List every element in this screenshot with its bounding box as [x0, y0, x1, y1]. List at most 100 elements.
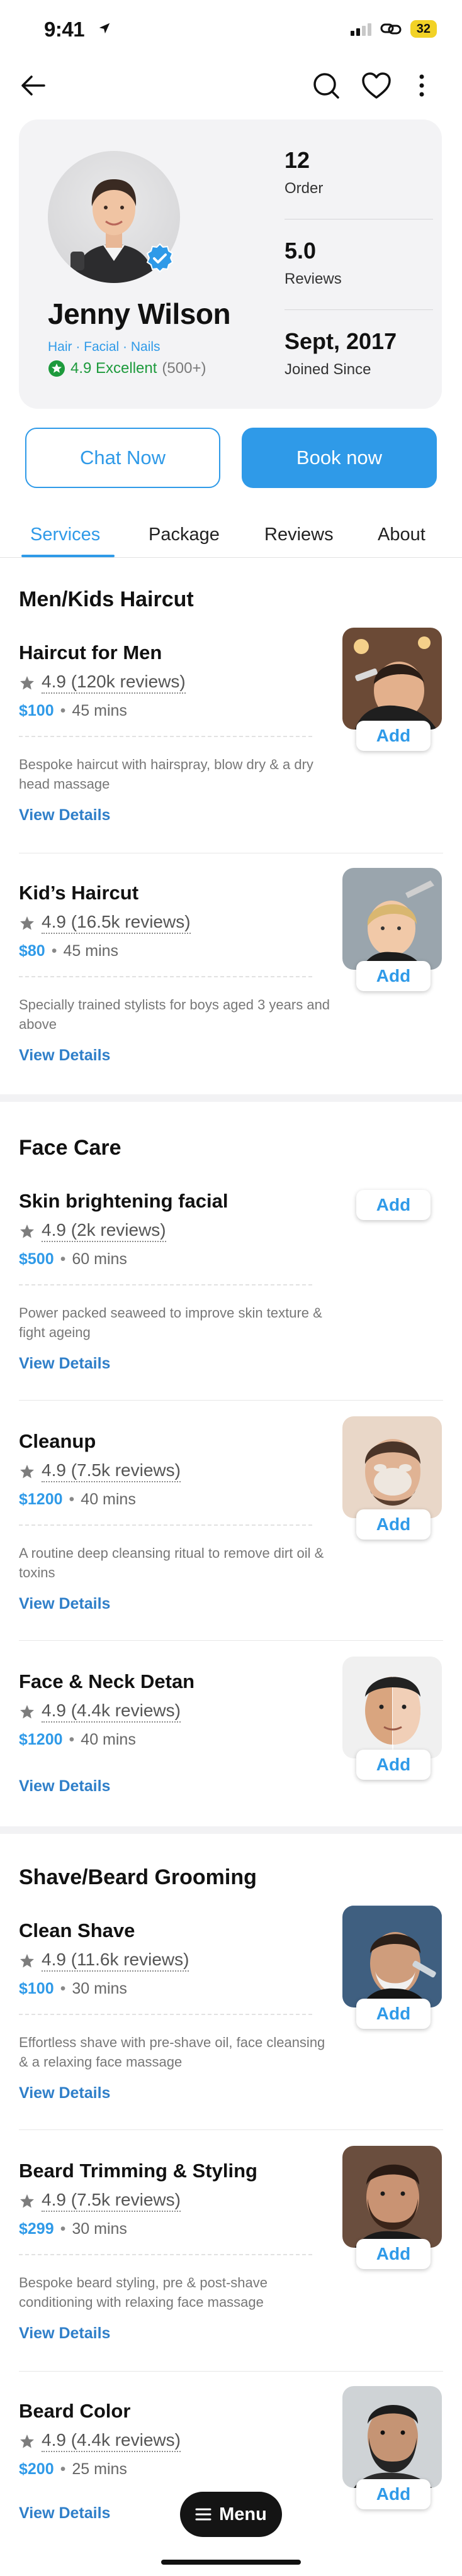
service-rating: 4.9 (4.4k reviews) — [19, 2430, 181, 2452]
service-name: Cleanup — [19, 1430, 96, 1452]
status-time: 9:41 — [44, 18, 85, 41]
service-description: Power packed seaweed to improve skin tex… — [19, 1305, 322, 1340]
price: $80 — [19, 942, 45, 960]
service-image — [342, 1416, 442, 1518]
view-details-link[interactable]: View Details — [19, 1046, 110, 1065]
search-button[interactable] — [308, 68, 344, 103]
separator-dot: • — [60, 1250, 66, 1268]
status-indicators: 32 — [350, 20, 437, 38]
add-button[interactable]: Add — [356, 721, 431, 751]
star-icon — [20, 675, 34, 689]
stat-reviews: 5.0 Reviews — [285, 238, 433, 288]
service-image — [342, 2386, 442, 2488]
service-description: Bespoke haircut with hairspray, blow dry… — [19, 757, 313, 792]
tab-services[interactable]: Services — [30, 525, 100, 545]
service-rating: 4.9 (7.5k reviews) — [19, 2190, 181, 2212]
section-title: Men/Kids Haircut — [19, 587, 194, 611]
view-details-link[interactable]: View Details — [19, 2504, 110, 2523]
dashed-divider — [19, 2254, 312, 2255]
view-details-link[interactable]: View Details — [19, 1777, 110, 1796]
duration: 30 mins — [72, 1980, 127, 1997]
divider — [19, 2371, 443, 2372]
service-description: Effortless shave with pre-shave oil, fac… — [19, 2035, 325, 2070]
view-details-link[interactable]: View Details — [19, 1595, 110, 1613]
separator-dot: • — [60, 2220, 66, 2238]
service-description: Specially trained stylists for boys aged… — [19, 997, 330, 1032]
menu-button[interactable]: Menu — [180, 2492, 282, 2537]
dashed-divider — [19, 736, 312, 737]
service-image — [342, 1657, 442, 1758]
rating-text[interactable]: 4.9 (7.5k reviews) — [42, 1460, 181, 1482]
rating-summary: 4.9 Excellent (500+) — [48, 360, 206, 377]
dashed-divider — [19, 2014, 312, 2015]
star-badge-icon — [48, 360, 65, 377]
tab-reviews[interactable]: Reviews — [264, 525, 334, 545]
stat-value: Sept, 2017 — [285, 328, 397, 354]
add-button[interactable]: Add — [356, 1750, 431, 1780]
menu-label: Menu — [219, 2504, 267, 2524]
rating-text[interactable]: 4.9 (11.6k reviews) — [42, 1950, 189, 1972]
service-rating: 4.9 (4.4k reviews) — [19, 1701, 181, 1723]
price: $1200 — [19, 1731, 63, 1748]
service-price: $1200 • 40 mins — [19, 1491, 136, 1509]
view-details-link[interactable]: View Details — [19, 2324, 110, 2343]
stat-label: Joined Since — [285, 361, 371, 378]
back-button[interactable] — [15, 68, 50, 103]
divider — [19, 1640, 443, 1641]
add-button[interactable]: Add — [356, 1999, 431, 2029]
service-image — [342, 868, 442, 970]
chat-now-button[interactable]: Chat Now — [25, 428, 220, 488]
rating-text[interactable]: 4.9 (16.5k reviews) — [42, 912, 191, 934]
service-price: $500 • 60 mins — [19, 1250, 127, 1269]
view-details-link[interactable]: View Details — [19, 2084, 110, 2102]
separator-dot: • — [69, 1731, 75, 1748]
service-name: Clean Shave — [19, 1919, 135, 1941]
stat-label: Reviews — [285, 270, 342, 287]
service-name: Haircut for Men — [19, 641, 162, 663]
separator-dot: • — [69, 1491, 75, 1508]
stat-divider — [285, 309, 433, 310]
service-price: $100 • 45 mins — [19, 702, 127, 720]
professional-name: Jenny Wilson — [48, 297, 231, 330]
menu-icon — [195, 2508, 211, 2521]
price: $1200 — [19, 1491, 63, 1508]
stat-joined: Sept, 2017 Joined Since — [285, 328, 433, 379]
section-title: Face Care — [19, 1136, 121, 1160]
service-description: Bespoke beard styling, pre & post-shave … — [19, 2275, 268, 2310]
add-button[interactable]: Add — [356, 1190, 431, 1220]
battery-indicator: 32 — [410, 20, 437, 38]
duration: 30 mins — [72, 2220, 127, 2238]
rating-text[interactable]: 4.9 (4.4k reviews) — [42, 2430, 181, 2452]
service-rating: 4.9 (2k reviews) — [19, 1220, 166, 1242]
service-image — [342, 628, 442, 730]
rating-text[interactable]: 4.9 (4.4k reviews) — [42, 1701, 181, 1723]
duration: 45 mins — [63, 942, 119, 960]
separator-dot: • — [51, 942, 57, 960]
service-price: $299 • 30 mins — [19, 2220, 127, 2238]
rating-text[interactable]: 4.9 (2k reviews) — [42, 1220, 166, 1242]
add-button[interactable]: Add — [356, 2239, 431, 2269]
stat-orders: 12 Order — [285, 147, 433, 197]
search-icon — [313, 73, 339, 99]
add-button[interactable]: Add — [356, 961, 431, 991]
book-now-button[interactable]: Book now — [242, 428, 437, 488]
tab-package[interactable]: Package — [149, 525, 220, 545]
rating-text[interactable]: 4.9 (120k reviews) — [42, 672, 186, 694]
more-options-button[interactable] — [409, 68, 434, 103]
add-button[interactable]: Add — [356, 2479, 431, 2509]
section-gap — [0, 1826, 462, 1834]
separator-dot: • — [60, 702, 66, 719]
service-price: $80 • 45 mins — [19, 942, 118, 960]
tab-about[interactable]: About — [378, 525, 425, 545]
profile-card: Jenny Wilson Hair · Facial · Nails 4.9 E… — [19, 119, 442, 409]
dashed-divider — [19, 1284, 312, 1285]
top-bar — [0, 63, 462, 113]
rating-text[interactable]: 4.9 (7.5k reviews) — [42, 2190, 181, 2212]
favorite-button[interactable] — [358, 68, 395, 103]
view-details-link[interactable]: View Details — [19, 806, 110, 824]
add-button[interactable]: Add — [356, 1509, 431, 1540]
service-rating: 4.9 (16.5k reviews) — [19, 912, 191, 934]
price: $100 — [19, 1980, 54, 1997]
tab-divider — [0, 557, 462, 558]
view-details-link[interactable]: View Details — [19, 1355, 110, 1373]
